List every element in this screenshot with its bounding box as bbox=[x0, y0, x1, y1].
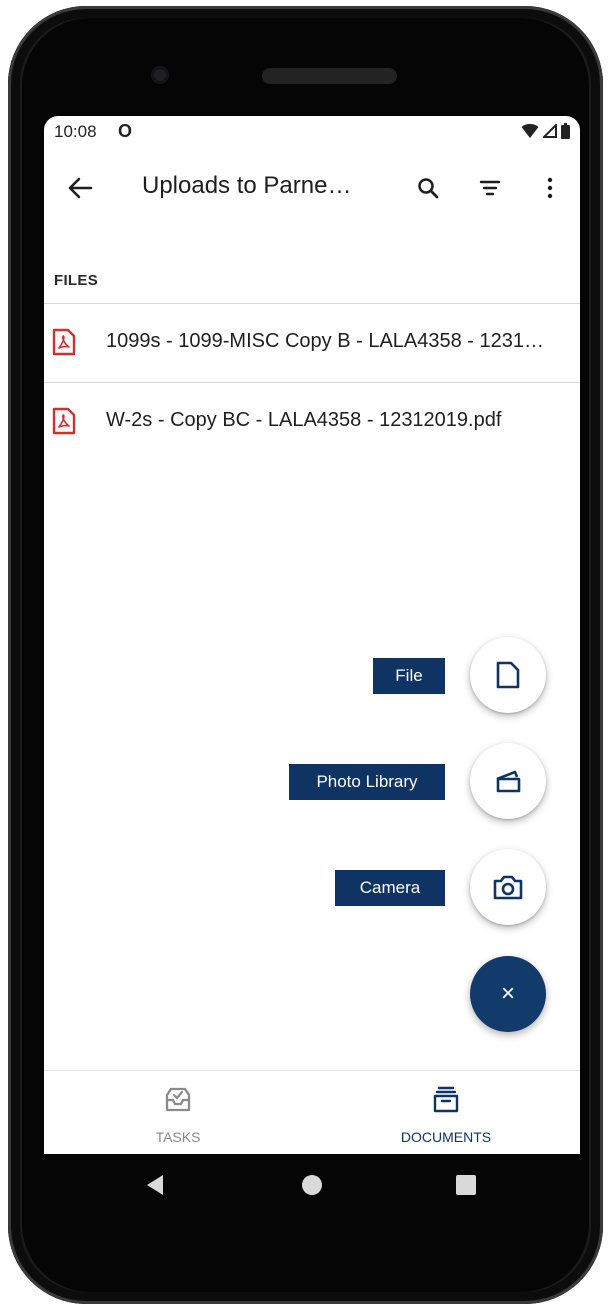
camera-icon bbox=[493, 875, 523, 900]
file-icon bbox=[496, 661, 520, 689]
file-option-button[interactable] bbox=[470, 637, 546, 713]
screen: 10:08 O Uploads to Parne… FILES 1099s - … bbox=[44, 116, 580, 1154]
photo-library-icon bbox=[496, 770, 521, 793]
photo-library-option-label[interactable]: Photo Library bbox=[289, 764, 445, 800]
filter-icon bbox=[479, 180, 501, 196]
file-row[interactable]: 1099s - 1099-MISC Copy B - LALA4358 - 12… bbox=[44, 304, 580, 382]
tab-tasks[interactable]: TASKS bbox=[44, 1071, 312, 1154]
system-back-icon[interactable] bbox=[146, 1174, 164, 1196]
earpiece-speaker bbox=[262, 68, 397, 84]
status-time: 10:08 bbox=[54, 122, 97, 141]
tab-documents[interactable]: DOCUMENTS bbox=[312, 1071, 580, 1154]
camera-option-label[interactable]: Camera bbox=[335, 870, 445, 906]
tasks-inbox-icon bbox=[165, 1087, 191, 1112]
documents-archive-icon bbox=[433, 1086, 459, 1113]
notification-icon: O bbox=[118, 121, 133, 141]
more-vert-icon bbox=[547, 177, 553, 199]
tab-documents-label: DOCUMENTS bbox=[400, 1129, 492, 1145]
status-bar: 10:08 O bbox=[44, 116, 580, 146]
file-name: W-2s - Copy BC - LALA4358 - 12312019.pdf bbox=[106, 409, 502, 431]
system-recents-icon[interactable] bbox=[456, 1175, 476, 1195]
close-fab-button[interactable]: × bbox=[470, 956, 546, 1032]
cell-signal-icon bbox=[543, 124, 557, 138]
wifi-icon bbox=[521, 123, 539, 138]
pdf-icon bbox=[52, 407, 76, 435]
filter-button[interactable] bbox=[474, 172, 506, 204]
back-arrow-icon bbox=[68, 177, 93, 199]
file-option-label[interactable]: File bbox=[373, 658, 445, 694]
file-row[interactable]: W-2s - Copy BC - LALA4358 - 12312019.pdf bbox=[44, 383, 580, 461]
more-options-button[interactable] bbox=[534, 172, 566, 204]
search-button[interactable] bbox=[412, 172, 444, 204]
battery-icon bbox=[561, 123, 570, 139]
files-section-header: FILES bbox=[54, 272, 99, 289]
bottom-navigation: TASKS DOCUMENTS bbox=[44, 1070, 580, 1154]
file-name: 1099s - 1099-MISC Copy B - LALA4358 - 12… bbox=[106, 330, 545, 352]
system-navigation-bar bbox=[0, 1154, 611, 1214]
camera-option-button[interactable] bbox=[470, 849, 546, 925]
photo-library-option-button[interactable] bbox=[470, 743, 546, 819]
close-icon: × bbox=[500, 980, 515, 1007]
back-button[interactable] bbox=[64, 172, 96, 204]
system-home-icon[interactable] bbox=[301, 1174, 323, 1196]
tab-tasks-label: TASKS bbox=[155, 1129, 201, 1145]
app-bar: Uploads to Parne… bbox=[44, 158, 580, 214]
page-title: Uploads to Parne… bbox=[142, 172, 352, 199]
status-icons bbox=[521, 123, 570, 139]
pdf-icon bbox=[52, 328, 76, 356]
search-icon bbox=[418, 178, 439, 199]
front-camera bbox=[151, 66, 169, 84]
